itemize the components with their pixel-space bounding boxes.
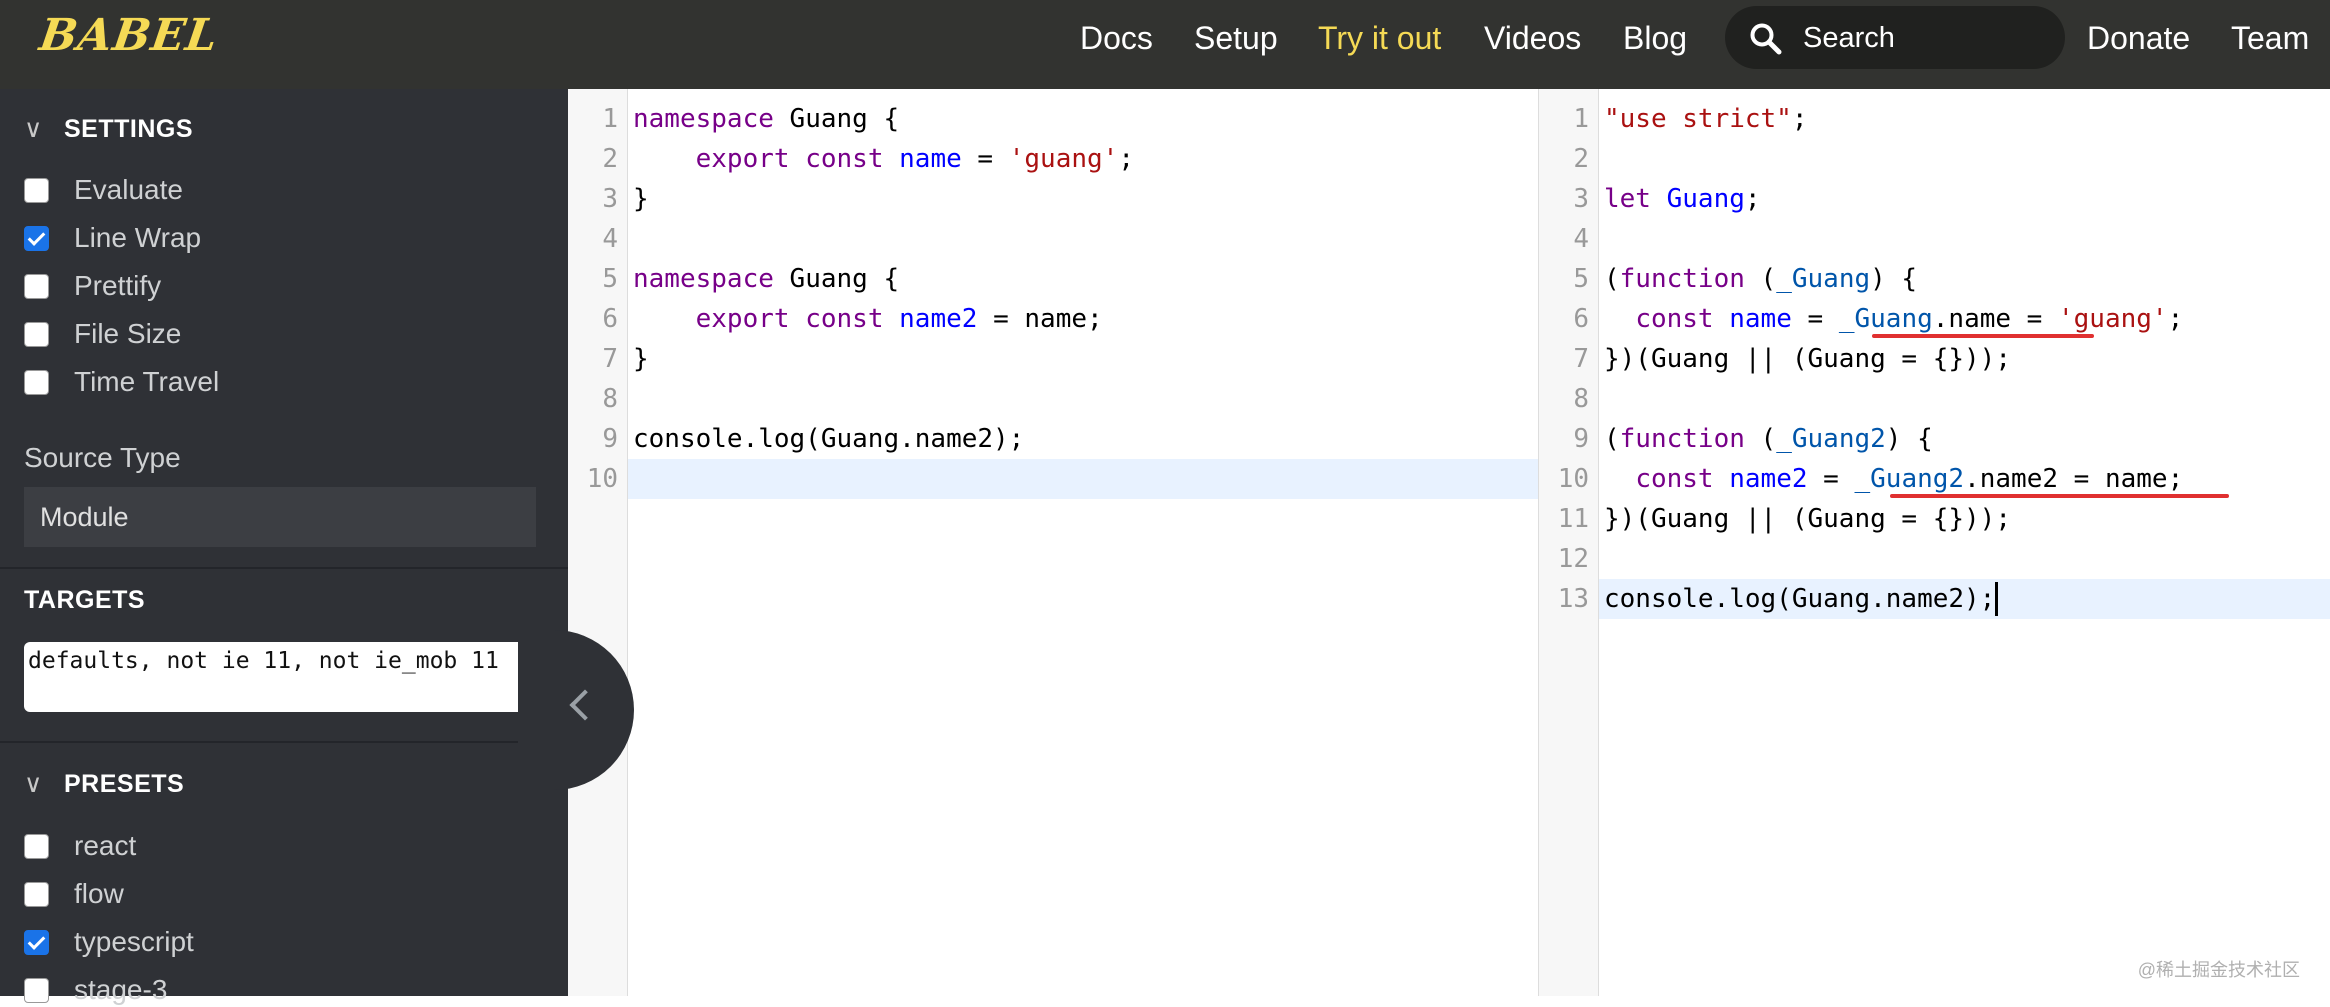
line-number: 3 xyxy=(1573,184,1589,214)
search-placeholder: Search xyxy=(1803,22,1895,54)
line-number: 9 xyxy=(602,424,618,454)
code-line: const name2 = _Guang2.name2 = name; xyxy=(1635,464,2184,494)
source-type-label: Source Type xyxy=(24,442,181,473)
nav-try-it-out[interactable]: Try it out xyxy=(1318,18,1441,58)
line-number: 5 xyxy=(1573,264,1589,294)
code-line: "use strict"; xyxy=(1604,104,1808,134)
setting-label: Line Wrap xyxy=(74,222,202,253)
line-number: 2 xyxy=(602,144,618,174)
nav-setup[interactable]: Setup xyxy=(1194,18,1278,58)
active-line-highlight xyxy=(628,459,1538,499)
setting-label: Time Travel xyxy=(74,366,220,397)
setting-label: File Size xyxy=(74,318,182,349)
search-icon xyxy=(1750,23,1782,55)
preset-label: react xyxy=(74,830,137,861)
code-line: } xyxy=(633,184,649,214)
line-number: 4 xyxy=(602,224,618,254)
input-code-editor[interactable]: 1 2 3 4 5 6 7 8 9 10 namespace Guang { e… xyxy=(568,89,1538,996)
code-line: export const name2 = name; xyxy=(695,304,1103,334)
babel-logo[interactable]: BABEL xyxy=(36,10,221,61)
chevron-left-icon xyxy=(569,689,601,721)
preset-label: stage-3 xyxy=(74,974,168,1005)
line-number: 5 xyxy=(602,264,618,294)
watermark: @稀土掘金技术社区 xyxy=(2137,960,2300,980)
line-number: 8 xyxy=(602,384,618,414)
presets-section-toggle[interactable]: ∨ PRESETS xyxy=(24,769,184,799)
text-cursor xyxy=(1995,582,1999,616)
search-input[interactable]: Search xyxy=(1725,6,2065,69)
line-number: 1 xyxy=(602,104,618,134)
settings-title: SETTINGS xyxy=(64,115,194,143)
stage-3-checkbox[interactable] xyxy=(24,978,49,1003)
code-line: } xyxy=(633,344,649,374)
line-number: 4 xyxy=(1573,224,1589,254)
code-line: (function (_Guang) { xyxy=(1604,264,1918,294)
code-line: let Guang; xyxy=(1604,184,1761,214)
preset-label: typescript xyxy=(74,926,194,957)
react-checkbox[interactable] xyxy=(24,834,49,859)
nav-blog[interactable]: Blog xyxy=(1623,18,1687,58)
nav-videos[interactable]: Videos xyxy=(1484,18,1581,58)
source-type-select[interactable]: Module xyxy=(24,487,536,547)
prettify-checkbox[interactable] xyxy=(24,274,49,299)
chevron-down-icon: ∨ xyxy=(24,115,43,143)
line-number: 7 xyxy=(602,344,618,374)
line-number: 6 xyxy=(1573,304,1589,334)
code-line: })(Guang || (Guang = {})); xyxy=(1604,344,2011,374)
setting-label: Prettify xyxy=(74,270,162,301)
code-line: (function (_Guang2) { xyxy=(1604,424,1933,454)
divider xyxy=(0,567,568,569)
line-wrap-checkbox[interactable] xyxy=(24,226,49,251)
divider xyxy=(0,741,568,743)
line-number: 10 xyxy=(586,464,618,494)
line-number: 10 xyxy=(1557,464,1589,494)
output-code-editor[interactable]: 1 2 3 4 5 6 7 8 9 10 11 12 13 "use stric… xyxy=(1538,89,2330,996)
nav-donate[interactable]: Donate xyxy=(2087,18,2190,58)
line-number: 11 xyxy=(1557,504,1589,534)
code-line: export const name = 'guang'; xyxy=(695,144,1134,174)
code-line: namespace Guang { xyxy=(633,104,900,134)
preset-label: flow xyxy=(74,878,124,909)
code-line: namespace Guang { xyxy=(633,264,900,294)
targets-title: TARGETS xyxy=(24,586,146,614)
code-line: console.log(Guang.name2); xyxy=(1604,584,1996,614)
nav-team[interactable]: Team xyxy=(2231,18,2309,58)
evaluate-checkbox[interactable] xyxy=(24,178,49,203)
top-nav-bar: BABEL Docs Setup Try it out Videos Blog … xyxy=(0,0,2330,89)
settings-section-toggle[interactable]: ∨ SETTINGS xyxy=(24,114,193,144)
chevron-down-icon: ∨ xyxy=(24,770,43,798)
line-number: 8 xyxy=(1573,384,1589,414)
line-number: 13 xyxy=(1557,584,1589,614)
targets-textarea[interactable]: defaults, not ie 11, not ie_mob 11 xyxy=(24,642,536,712)
typescript-checkbox[interactable] xyxy=(24,930,49,955)
line-number: 3 xyxy=(602,184,618,214)
presets-title: PRESETS xyxy=(64,770,185,798)
line-number: 1 xyxy=(1573,104,1589,134)
time-travel-checkbox[interactable] xyxy=(24,370,49,395)
line-number: 7 xyxy=(1573,344,1589,374)
line-number: 6 xyxy=(602,304,618,334)
code-line: const name = _Guang.name = 'guang'; xyxy=(1635,304,2184,334)
code-line: })(Guang || (Guang = {})); xyxy=(1604,504,2011,534)
line-number: 2 xyxy=(1573,144,1589,174)
flow-checkbox[interactable] xyxy=(24,882,49,907)
nav-docs[interactable]: Docs xyxy=(1080,18,1153,58)
code-line: console.log(Guang.name2); xyxy=(633,424,1025,454)
file-size-checkbox[interactable] xyxy=(24,322,49,347)
line-number: 9 xyxy=(1573,424,1589,454)
setting-label: Evaluate xyxy=(74,174,183,205)
settings-sidebar: ∨ SETTINGS Evaluate Line Wrap Prettify Fi… xyxy=(0,89,568,1005)
line-number: 12 xyxy=(1557,544,1589,574)
